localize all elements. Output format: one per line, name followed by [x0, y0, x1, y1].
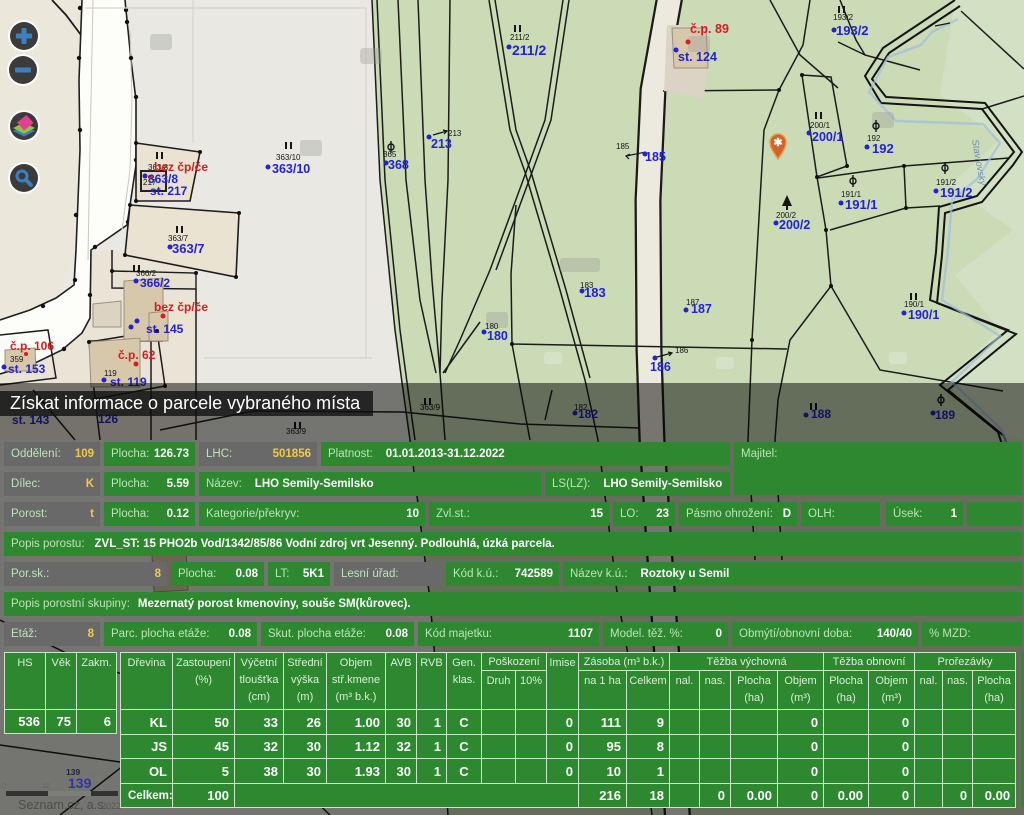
- svg-text:213: 213: [431, 137, 452, 151]
- svg-text:187: 187: [691, 302, 712, 316]
- svg-text:186: 186: [650, 360, 671, 374]
- svg-text:185: 185: [645, 150, 666, 164]
- svg-text:200/2: 200/2: [779, 218, 810, 232]
- svg-text:st. 124: st. 124: [678, 50, 717, 64]
- svg-text:st. 217: st. 217: [150, 184, 188, 198]
- svg-text:bez čp/če: bez čp/če: [154, 300, 208, 314]
- svg-text:366/2: 366/2: [140, 276, 170, 290]
- svg-text:č.p. 62: č.p. 62: [118, 348, 156, 362]
- svg-text:bez čp/če: bez čp/če: [154, 160, 208, 174]
- svg-text:193/2: 193/2: [836, 23, 869, 38]
- svg-text:363/10: 363/10: [276, 153, 301, 162]
- svg-text:č.p. 106: č.p. 106: [10, 339, 54, 353]
- svg-text:211/2: 211/2: [510, 33, 530, 42]
- svg-text:0: 0: [2, 783, 6, 790]
- svg-text:190/1: 190/1: [908, 308, 939, 322]
- svg-text:186: 186: [675, 346, 689, 355]
- svg-text:191/2: 191/2: [940, 185, 973, 200]
- svg-text:Seznam.cz, a.s.: Seznam.cz, a.s.: [18, 798, 107, 812]
- svg-text:368: 368: [388, 158, 409, 172]
- svg-text:st. 153: st. 153: [8, 362, 46, 376]
- svg-text:191/1: 191/1: [845, 197, 878, 212]
- svg-text:211/2: 211/2: [512, 42, 546, 58]
- svg-text:2022: 2022: [101, 801, 121, 811]
- svg-text:180: 180: [487, 329, 508, 343]
- svg-text:363/7: 363/7: [172, 241, 205, 256]
- svg-text:č.p. 89: č.p. 89: [690, 22, 729, 36]
- svg-text:363/10: 363/10: [272, 162, 310, 176]
- svg-text:192: 192: [872, 141, 894, 156]
- svg-text:st. 145: st. 145: [146, 322, 184, 336]
- svg-text:12: 12: [42, 783, 50, 790]
- svg-text:200/1: 200/1: [810, 121, 831, 130]
- svg-text:✱: ✱: [773, 137, 782, 149]
- svg-text:24: 24: [88, 772, 96, 779]
- svg-text:183: 183: [584, 285, 606, 300]
- svg-text:200/1: 200/1: [812, 130, 843, 144]
- svg-text:185: 185: [616, 142, 630, 151]
- svg-text:193/2: 193/2: [833, 13, 854, 22]
